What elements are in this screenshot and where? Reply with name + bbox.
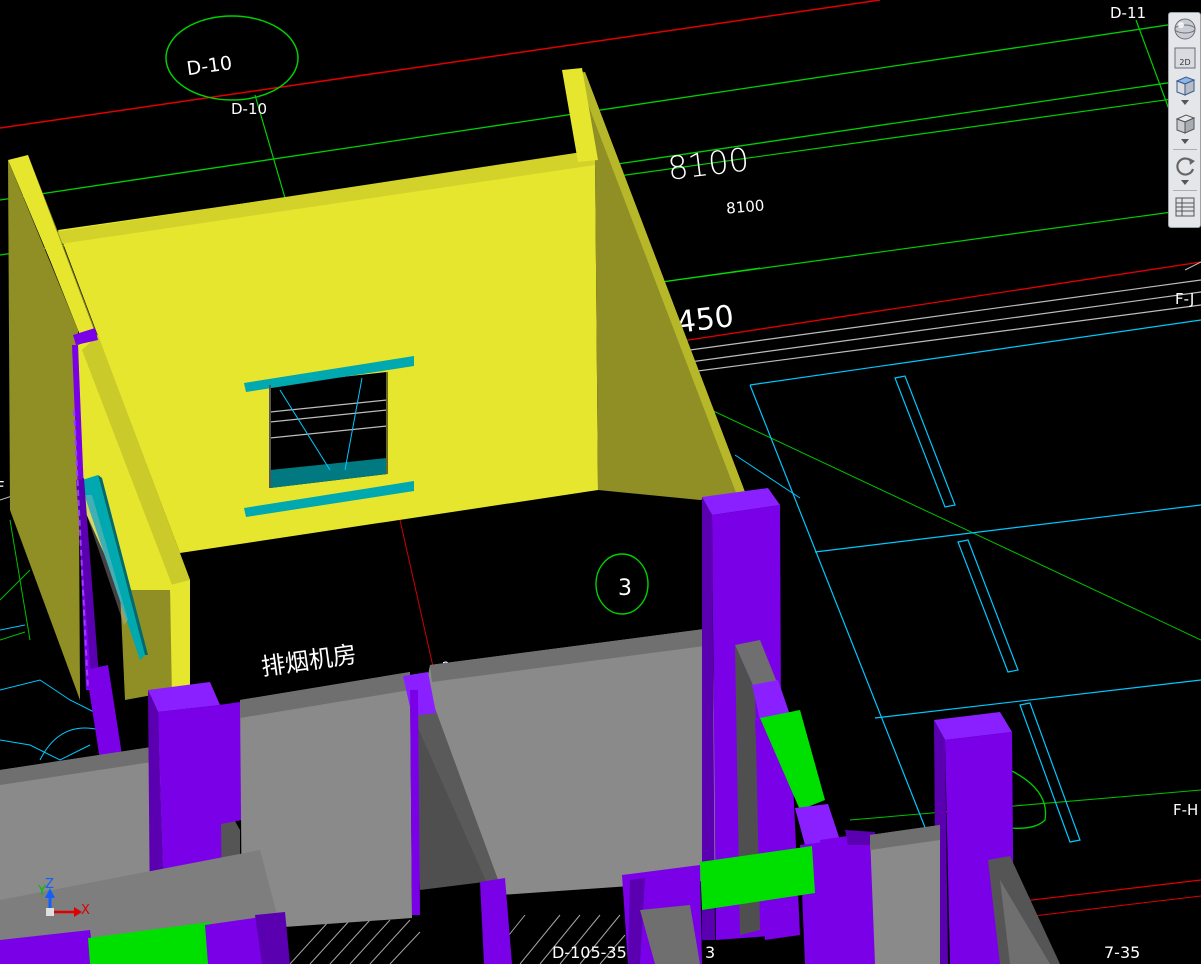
- dimension-8100-small: 8100: [725, 196, 765, 217]
- toolbar-separator: [1173, 190, 1197, 191]
- left-edge-label: F: [0, 478, 5, 496]
- grid-label-d11: D-11: [1110, 4, 1146, 22]
- chevron-down-icon[interactable]: [1181, 180, 1189, 186]
- model-viewport[interactable]: D-10 D-10 D-11 8100 8100 450 F-J F-H 3 F: [0, 0, 1201, 964]
- bottom-grid-label-1: D-105-35: [552, 943, 627, 962]
- grid-label-fh: F-H: [1173, 801, 1198, 819]
- ucs-z-label: Z: [45, 877, 54, 892]
- bottom-grid-label-3: 7-35: [1104, 943, 1140, 962]
- orbit-sphere-icon[interactable]: [1172, 16, 1198, 42]
- top-view-cube-icon[interactable]: [1172, 73, 1198, 99]
- chevron-down-icon[interactable]: [1181, 100, 1189, 106]
- bubble-label-partial: 3: [618, 576, 632, 601]
- iso-view-cube-icon[interactable]: [1172, 111, 1198, 137]
- properties-grid-icon[interactable]: [1172, 194, 1198, 220]
- ucs-x-label: X: [81, 903, 90, 918]
- grid-label-d10: D-10: [231, 100, 267, 118]
- navigation-toolbar: 2D: [1168, 12, 1201, 228]
- toolbar-separator: [1173, 149, 1197, 150]
- view-2d-label: 2D: [1179, 58, 1190, 67]
- chevron-down-icon[interactable]: [1181, 139, 1189, 145]
- view-2d-icon[interactable]: 2D: [1172, 45, 1198, 71]
- bottom-grid-label-2: 3: [705, 943, 715, 962]
- grid-label-fj: F-J: [1175, 290, 1194, 308]
- rotate-icon[interactable]: [1172, 153, 1198, 179]
